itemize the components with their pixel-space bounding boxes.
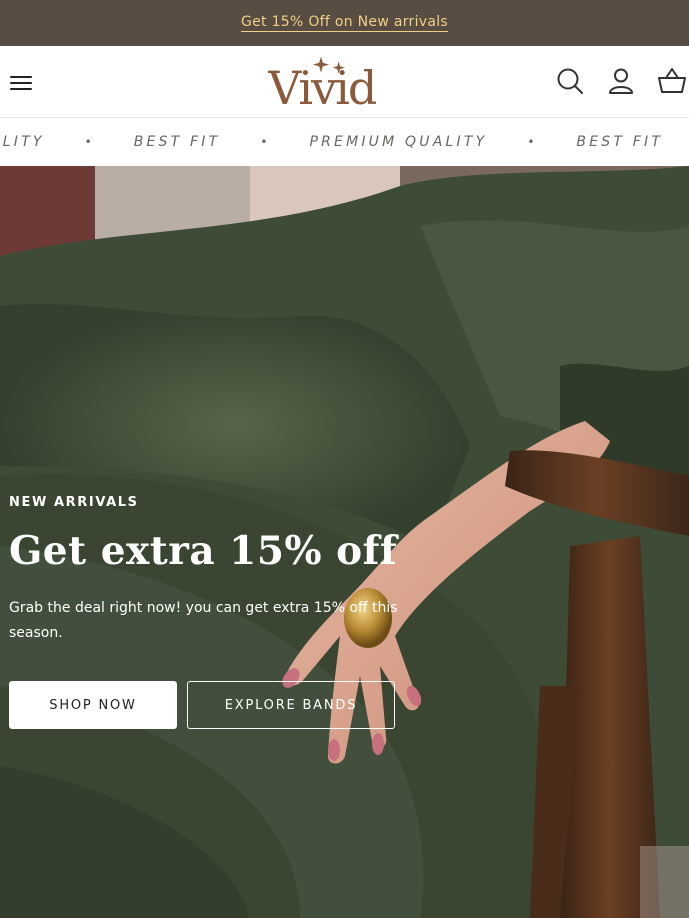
announcement-bar: Get 15% Off on New arrivals bbox=[0, 0, 689, 46]
cart-icon[interactable] bbox=[657, 66, 687, 96]
marquee-separator: • bbox=[527, 135, 535, 149]
site-header: Vivid bbox=[0, 46, 689, 118]
logo-text: Vivid bbox=[268, 61, 377, 110]
explore-bands-button[interactable]: EXPLORE BANDS bbox=[187, 681, 395, 729]
hero-eyebrow: NEW ARRIVALS bbox=[9, 495, 139, 510]
marquee-separator: • bbox=[260, 135, 268, 149]
announcement-link[interactable]: Get 15% Off on New arrivals bbox=[240, 14, 449, 32]
menu-icon[interactable] bbox=[9, 71, 33, 93]
search-icon[interactable] bbox=[555, 66, 585, 96]
marquee-track: ALITY • BEST FIT • PREMIUM QUALITY • BES… bbox=[0, 118, 663, 166]
marquee-separator: • bbox=[84, 135, 92, 149]
marquee-item: PREMIUM QUALITY bbox=[309, 134, 488, 150]
shop-now-button[interactable]: SHOP NOW bbox=[9, 681, 177, 729]
hero-subtext: Grab the deal right now! you can get ext… bbox=[9, 600, 398, 641]
account-icon[interactable] bbox=[606, 66, 636, 96]
marquee-item: BEST FIT bbox=[576, 134, 664, 150]
marquee-item: BEST FIT bbox=[133, 134, 221, 150]
hero-headline: Get extra 15% off bbox=[9, 528, 398, 574]
hero-banner: NEW ARRIVALS Get extra 15% off Grab the … bbox=[0, 166, 689, 918]
marquee-strip: ALITY • BEST FIT • PREMIUM QUALITY • BES… bbox=[0, 118, 689, 166]
brand-logo[interactable]: Vivid bbox=[267, 54, 379, 115]
marquee-item: ALITY bbox=[0, 134, 45, 150]
